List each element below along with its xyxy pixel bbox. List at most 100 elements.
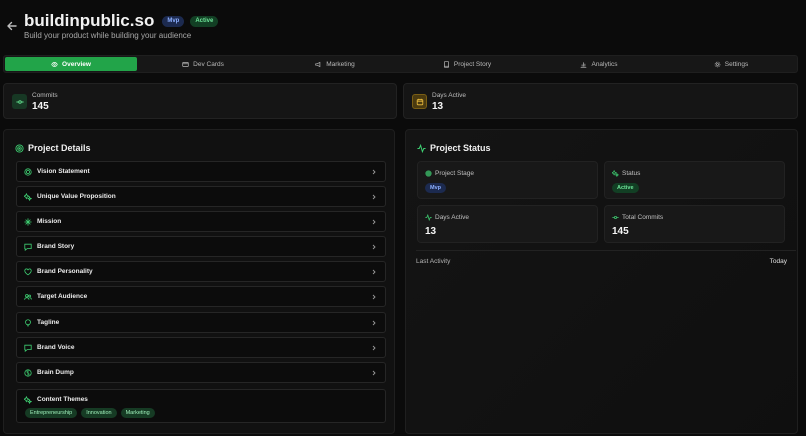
- theme-tag: Innovation: [81, 408, 117, 418]
- bar-chart-icon: [581, 61, 587, 68]
- git-commit-icon: [12, 94, 27, 109]
- chevron-right-icon: [372, 269, 376, 275]
- detail-label: Unique Value Proposition: [37, 193, 116, 200]
- tab-project-story[interactable]: Project Story: [401, 56, 533, 72]
- chevron-right-icon: [372, 194, 376, 200]
- message-icon: [24, 243, 32, 251]
- total-commits-card: Total Commits 145: [604, 205, 785, 243]
- total-commits-value: 145: [612, 226, 629, 237]
- brain-icon: [24, 369, 32, 377]
- content-themes-card[interactable]: Content Themes Entrepreneurship Innovati…: [16, 389, 386, 423]
- detail-label: Brand Personality: [37, 268, 93, 275]
- detail-row-brand-personality[interactable]: Brand Personality: [16, 261, 386, 282]
- detail-row-mission[interactable]: Mission: [16, 211, 386, 232]
- panel-title: Project Details: [28, 143, 91, 153]
- chevron-right-icon: [372, 370, 376, 376]
- status-label: Status: [622, 170, 641, 177]
- detail-label: Tagline: [37, 319, 60, 326]
- project-details-panel: Project Details Vision Statement Unique …: [3, 129, 395, 434]
- detail-row-brand-voice[interactable]: Brand Voice: [16, 337, 386, 358]
- project-status-panel: Project Status Project Stage Mvp Status …: [405, 129, 798, 434]
- commits-value: 145: [32, 101, 49, 112]
- detail-row-unique-value-proposition[interactable]: Unique Value Proposition: [16, 186, 386, 207]
- page-header: buildinpublic.so Mvp Active Build your p…: [0, 0, 806, 52]
- chevron-right-icon: [372, 219, 376, 225]
- detail-label: Target Audience: [37, 293, 88, 300]
- gear-icon: [714, 61, 721, 67]
- days-active-value: 13: [432, 101, 444, 112]
- last-activity-label: Last Activity: [416, 258, 451, 265]
- activity-icon: [425, 214, 432, 221]
- tab-bar: Overview Dev Cards Marketing Project Sto…: [3, 55, 798, 73]
- page-subtitle: Build your product while building your a…: [24, 31, 192, 40]
- lightbulb-icon: [25, 319, 31, 327]
- activity-icon: [417, 143, 426, 153]
- tab-settings[interactable]: Settings: [665, 56, 797, 72]
- chevron-right-icon: [372, 345, 376, 351]
- detail-row-target-audience[interactable]: Target Audience: [16, 286, 386, 307]
- heart-icon: [24, 268, 32, 276]
- days-active-label: Days Active: [432, 92, 466, 99]
- eye-icon: [51, 61, 58, 67]
- theme-tag: Marketing: [120, 408, 155, 418]
- arrow-left-icon[interactable]: [6, 20, 18, 32]
- tab-label: Settings: [724, 60, 749, 68]
- stage-badge: Mvp: [162, 15, 185, 27]
- tab-overview[interactable]: Overview: [5, 57, 137, 71]
- users-icon: [24, 294, 32, 300]
- tab-label: Dev Cards: [193, 60, 224, 68]
- tab-label: Project Story: [453, 60, 492, 68]
- chevron-right-icon: [372, 244, 376, 250]
- divider: [416, 250, 796, 251]
- project-details-heading: Project Details: [15, 143, 91, 153]
- tab-label: Analytics: [591, 60, 618, 68]
- days-active-card: Days Active 13: [417, 205, 598, 243]
- detail-row-vision-statement[interactable]: Vision Statement: [16, 161, 386, 182]
- megaphone-icon: [315, 61, 321, 67]
- compass-icon: [24, 218, 32, 226]
- chevron-right-icon: [372, 169, 376, 175]
- detail-label: Mission: [37, 218, 62, 225]
- chat-icon: [24, 344, 32, 352]
- detail-row-brand-story[interactable]: Brand Story: [16, 236, 386, 257]
- detail-label: Brand Story: [37, 243, 75, 250]
- detail-row-tagline[interactable]: Tagline: [16, 312, 386, 333]
- project-stage-label: Project Stage: [435, 170, 475, 177]
- days-active-label: Days Active: [435, 214, 469, 221]
- days-active-value: 13: [425, 226, 437, 237]
- status-badge: Active: [190, 15, 219, 27]
- detail-row-brain-dump[interactable]: Brain Dump: [16, 362, 386, 383]
- commits-label: Commits: [32, 92, 58, 99]
- status-badge: Active: [612, 183, 639, 193]
- project-status-heading: Project Status: [417, 143, 491, 153]
- tab-label: Overview: [62, 60, 91, 68]
- tab-dev-cards[interactable]: Dev Cards: [137, 56, 269, 72]
- theme-tag: Entrepreneurship: [25, 408, 78, 418]
- target-icon: [24, 168, 32, 176]
- detail-label: Brand Voice: [37, 344, 75, 351]
- calendar-icon: [412, 94, 427, 109]
- chevron-right-icon: [372, 320, 376, 326]
- detail-label: Brain Dump: [37, 369, 74, 376]
- chevron-right-icon: [372, 294, 376, 300]
- tab-analytics[interactable]: Analytics: [533, 56, 665, 72]
- card-icon: [182, 61, 189, 67]
- sparkles-icon: [612, 170, 619, 177]
- theme-tags: Entrepreneurship Innovation Marketing: [25, 408, 155, 418]
- sparkles-icon: [24, 193, 32, 201]
- status-card: Status Active: [604, 161, 785, 199]
- detail-label: Vision Statement: [37, 168, 90, 175]
- target-icon: [425, 170, 432, 177]
- commits-stat-card: Commits 145: [3, 83, 397, 119]
- content-themes-label: Content Themes: [37, 396, 88, 403]
- page-title: buildinpublic.so: [24, 11, 155, 30]
- title-row: buildinpublic.so Mvp Active: [24, 11, 219, 31]
- target-icon: [15, 143, 24, 153]
- total-commits-label: Total Commits: [622, 214, 664, 221]
- last-activity-value: Today: [769, 258, 787, 265]
- project-stage-card: Project Stage Mvp: [417, 161, 598, 199]
- tab-marketing[interactable]: Marketing: [269, 56, 401, 72]
- git-commit-icon: [612, 215, 619, 220]
- panel-title: Project Status: [430, 143, 491, 153]
- sparkles-icon: [24, 396, 32, 404]
